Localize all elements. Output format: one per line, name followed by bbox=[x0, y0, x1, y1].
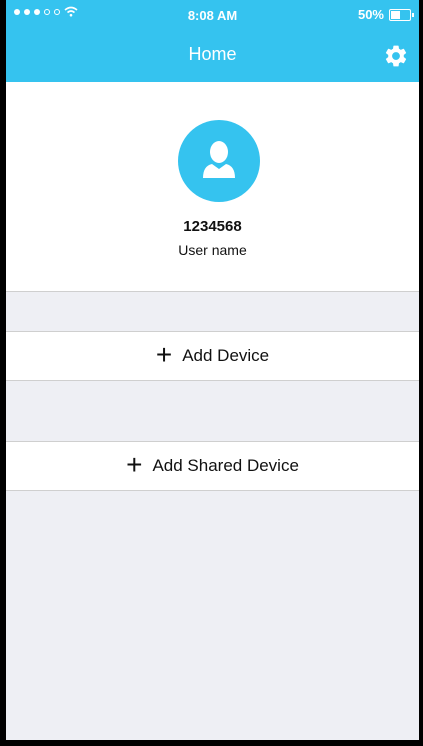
add-shared-device-label: Add Shared Device bbox=[152, 456, 299, 475]
status-bar: 8:08 AM 50% bbox=[6, 0, 419, 30]
add-device-label: Add Device bbox=[182, 346, 270, 365]
battery-indicator: 50% bbox=[357, 7, 414, 22]
add-shared-device-button[interactable]: + Add Shared Device bbox=[6, 441, 419, 491]
phone-screen: 8:08 AM 50% Home 1234568 User name + Add… bbox=[6, 0, 419, 740]
battery-percent: 50% bbox=[357, 7, 384, 22]
user-id: 1234568 bbox=[183, 218, 242, 235]
app-header: 8:08 AM 50% Home bbox=[6, 0, 419, 82]
plus-icon: + bbox=[126, 448, 143, 480]
add-device-button[interactable]: + Add Device bbox=[6, 331, 419, 381]
plus-icon: + bbox=[155, 338, 173, 370]
gear-icon[interactable] bbox=[383, 43, 409, 69]
page-title: Home bbox=[188, 44, 237, 64]
user-icon bbox=[203, 141, 235, 178]
user-name: User name bbox=[178, 242, 247, 258]
battery-icon bbox=[389, 8, 414, 21]
avatar[interactable] bbox=[178, 120, 260, 202]
user-profile-card: 1234568 User name bbox=[6, 82, 419, 292]
